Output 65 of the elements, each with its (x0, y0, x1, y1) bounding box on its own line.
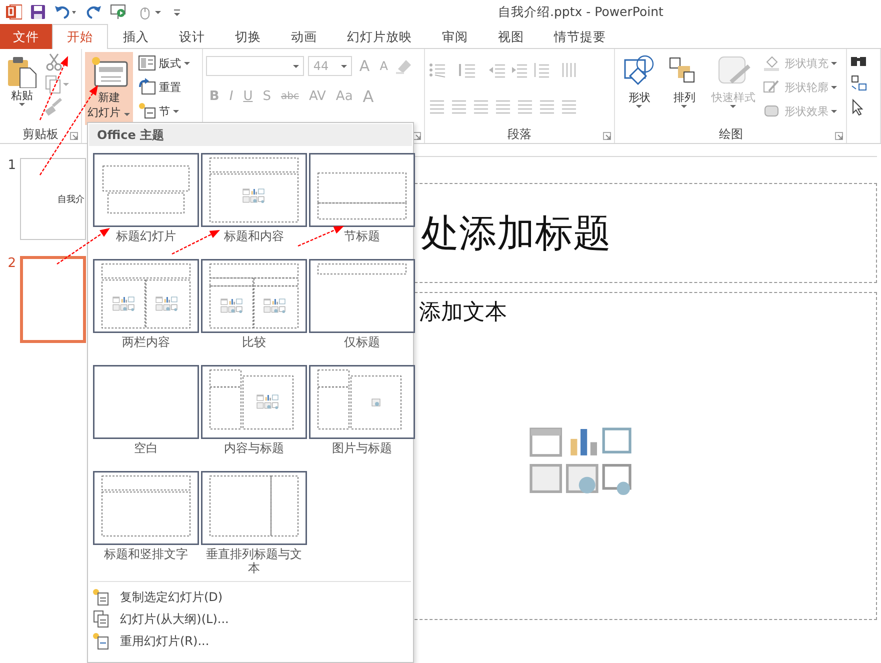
slide-number: 1 (6, 158, 16, 173)
ribbon-button[interactable]: 版式 (136, 52, 192, 74)
duplicate-slide-icon (92, 588, 110, 606)
replace-icon[interactable] (850, 74, 868, 92)
caret-icon (293, 64, 300, 68)
slide-thumbnail[interactable] (20, 256, 86, 343)
body-text: 添加文本 (419, 299, 507, 327)
menu-header: Office 主题 (89, 124, 412, 146)
slide-number: 2 (6, 256, 16, 271)
menu-item[interactable]: 重用幻灯片(R)... (88, 630, 413, 652)
ribbon-tab[interactable]: 情节提要 (539, 24, 621, 49)
caret-icon (831, 62, 838, 64)
paste-button[interactable]: 粘贴 (3, 52, 41, 125)
format-painter-icon[interactable] (44, 96, 64, 116)
ribbon-tab[interactable]: 切换 (220, 24, 276, 49)
new-slide-button[interactable]: 新建 幻灯片 (84, 52, 134, 125)
ribbon-tab[interactable]: 动画 (276, 24, 332, 49)
redo-icon[interactable] (86, 4, 102, 20)
copy-icon[interactable] (44, 74, 70, 94)
undo-icon[interactable] (54, 4, 78, 20)
group-label: 剪贴板 (22, 126, 58, 142)
caret-icon (19, 103, 25, 106)
layout-option[interactable]: 图片与标题 (308, 365, 416, 455)
ribbon-tab[interactable]: 开始 (52, 24, 108, 49)
powerpoint-logo-icon (6, 4, 22, 20)
window-title: 自我介绍.pptx - PowerPoint (498, 4, 664, 20)
reset-icon (138, 78, 156, 96)
layout-option[interactable]: 内容与标题 (200, 365, 308, 455)
dialog-launcher-icon[interactable] (835, 132, 844, 140)
caret-icon (831, 86, 838, 88)
outline-slides-icon (92, 610, 110, 628)
group-label: 绘图 (718, 126, 743, 142)
caret-icon (341, 64, 348, 68)
caret-icon (636, 105, 642, 108)
section-icon (138, 102, 156, 120)
layout-option[interactable]: 垂直排列标题与文本 (200, 471, 308, 575)
caret-icon (681, 105, 688, 108)
ribbon-button[interactable]: 形状 (618, 52, 660, 125)
ribbon-tab[interactable]: 设计 (164, 24, 220, 49)
caret-icon (730, 105, 736, 108)
dialog-launcher-icon[interactable] (412, 132, 421, 140)
ribbon-button[interactable]: 重置 (136, 76, 192, 98)
clipboard-icon (6, 54, 38, 88)
ribbon-tab[interactable]: 审阅 (427, 24, 483, 49)
slide-thumbnail[interactable]: 自我介 (20, 158, 86, 240)
annotation-arrow (298, 226, 344, 247)
caret-icon (124, 113, 130, 116)
thumbnail-text: 自我介 (58, 194, 84, 206)
caret-icon (831, 110, 838, 112)
ribbon-tab[interactable]: 幻灯片放映 (332, 24, 427, 49)
fill-icon (763, 54, 782, 72)
save-icon[interactable] (30, 4, 46, 20)
ribbon-button[interactable]: 节 (136, 100, 192, 122)
annotation-arrow (56, 228, 110, 264)
reuse-slides-icon (92, 632, 110, 650)
ribbon-button[interactable]: 排列 (663, 52, 706, 125)
dialog-launcher-icon[interactable] (70, 132, 78, 140)
layout-icon (138, 54, 156, 72)
scissors-icon[interactable] (44, 52, 64, 72)
ribbon-tab[interactable]: 视图 (483, 24, 539, 49)
group-label: 段落 (508, 126, 532, 142)
file-tab[interactable]: 文件 (0, 24, 52, 49)
dialog-launcher-icon[interactable] (603, 132, 612, 140)
title-text: 处添加标题 (421, 210, 611, 256)
ribbon-tab[interactable]: 插入 (108, 24, 164, 49)
